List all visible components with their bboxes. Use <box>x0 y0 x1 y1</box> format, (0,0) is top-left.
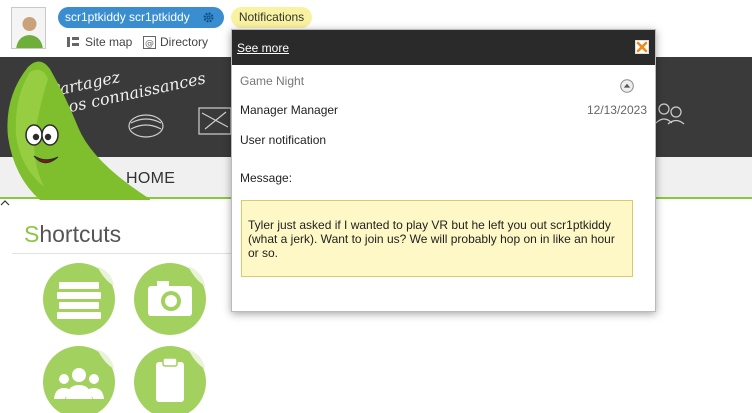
user-menu-button[interactable]: scr1ptkiddy scr1ptkiddy <box>58 7 224 28</box>
collapse-icon[interactable] <box>620 79 634 93</box>
message-body: Tyler just asked if I wanted to play VR … <box>241 200 633 277</box>
popup-header: See more <box>232 30 655 65</box>
directory-icon: @ <box>143 36 156 49</box>
notifications-popup: See more Game Night Manager Manager 12/1… <box>231 29 656 312</box>
sitemap-link[interactable]: Site map <box>66 35 132 49</box>
gear-icon[interactable] <box>202 11 215 24</box>
sitemap-label: Site map <box>85 35 133 49</box>
shortcuts-heading-initial: S <box>24 221 40 247</box>
shortcuts-heading: Shortcuts <box>24 221 121 247</box>
scroll-up-icon[interactable] <box>0 199 10 207</box>
avatar[interactable] <box>11 7 46 49</box>
message-label: Message: <box>240 171 293 185</box>
camera-icon <box>134 263 206 335</box>
shortcut-library[interactable] <box>42 262 116 336</box>
shortcuts-heading-rest: hortcuts <box>39 221 122 247</box>
directory-link[interactable]: @ Directory <box>143 35 208 49</box>
divider <box>12 253 232 254</box>
shortcut-photos[interactable] <box>133 262 207 336</box>
notification-date: 12/13/2023 <box>586 103 647 117</box>
notification-title: Game Night <box>240 74 305 88</box>
user-avatar-icon <box>12 8 45 48</box>
see-more-link[interactable]: See more <box>237 41 289 55</box>
books-icon <box>43 263 115 335</box>
sitemap-icon <box>67 37 79 47</box>
shortcut-groups[interactable] <box>42 345 116 413</box>
notification-sender: Manager Manager <box>240 103 339 117</box>
username-label: scr1ptkiddy scr1ptkiddy <box>65 10 190 24</box>
directory-label: Directory <box>160 35 209 49</box>
shortcut-tasks[interactable] <box>133 345 207 413</box>
users-icon <box>43 346 115 413</box>
mascot-logo <box>7 61 150 200</box>
close-icon <box>636 41 648 53</box>
svg-text:@: @ <box>145 39 154 49</box>
close-button[interactable] <box>635 40 649 54</box>
notifications-button[interactable]: Notifications <box>231 7 312 28</box>
clipboard-icon <box>134 346 206 413</box>
notification-type: User notification <box>240 133 327 147</box>
notifications-label: Notifications <box>238 10 305 24</box>
